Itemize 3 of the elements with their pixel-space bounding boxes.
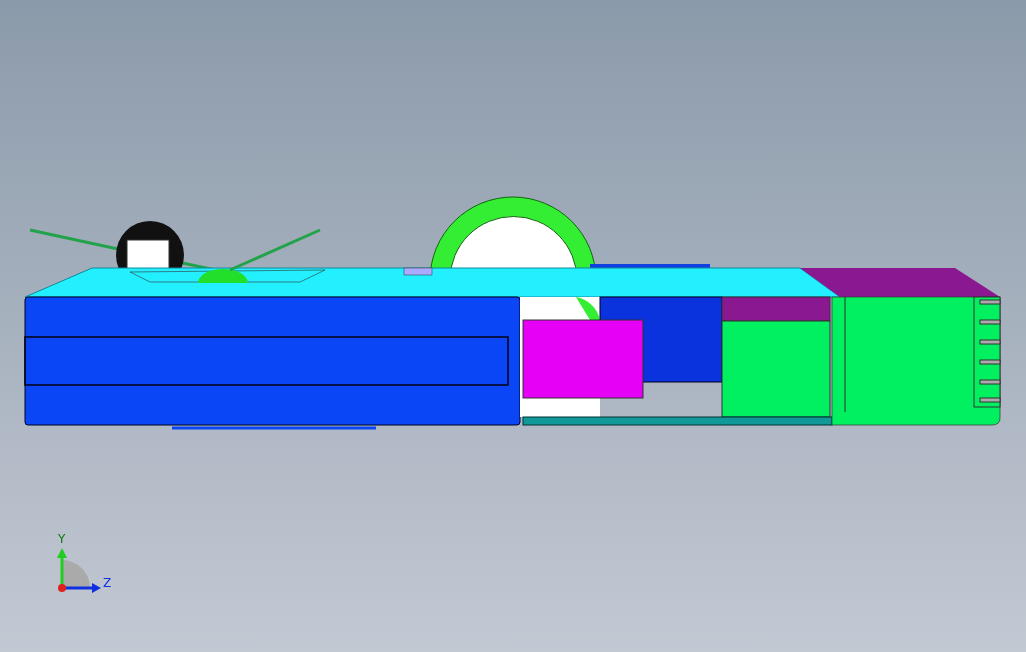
z-axis-label: Z xyxy=(103,577,112,589)
axis-triad-icon xyxy=(57,548,101,593)
y-axis-label: Y xyxy=(58,533,66,545)
